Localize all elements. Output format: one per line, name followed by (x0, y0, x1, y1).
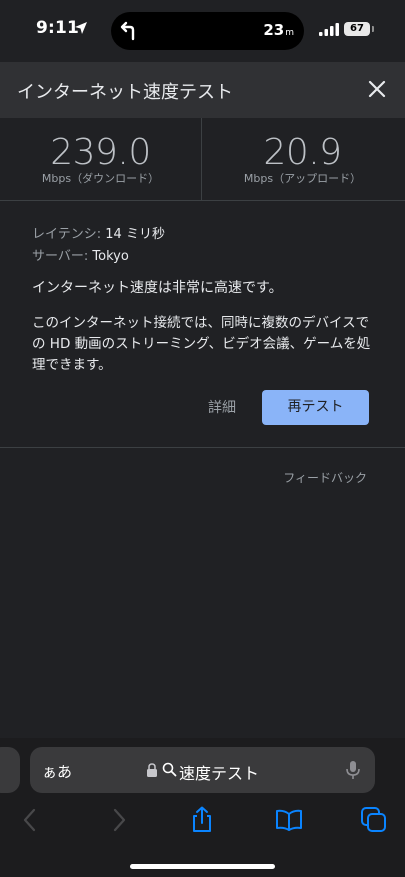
status-time: 9:11 (36, 18, 80, 38)
forward-icon[interactable] (104, 806, 132, 834)
details-button[interactable]: 詳細 (198, 393, 246, 423)
upload-speed-value: 20.9 (263, 132, 342, 173)
download-speed-label: Mbps（ダウンロード） (41, 172, 160, 185)
dynamic-island[interactable]: 23m (111, 12, 304, 50)
address-text[interactable]: 速度テスト (179, 760, 259, 784)
speed-summary: インターネット速度は非常に高速です。 (32, 280, 283, 296)
search-icon (162, 762, 177, 777)
panel-header: インターネット速度テスト (0, 62, 405, 118)
location-arrow-icon (75, 22, 87, 34)
share-icon[interactable] (188, 806, 216, 834)
page-settings-button[interactable]: ぁあ (42, 761, 72, 782)
back-icon[interactable] (17, 806, 45, 834)
lock-icon (147, 763, 157, 777)
server-label: サーバー: (32, 249, 89, 264)
page-title: インターネット速度テスト (17, 82, 233, 103)
status-bar: 9:11 23m 67 (0, 0, 405, 62)
battery-tip (372, 26, 374, 32)
divider (0, 447, 405, 448)
nav-distance: 23m (263, 21, 294, 39)
feedback-link[interactable]: フィードバック (283, 469, 367, 486)
previous-tab-peek[interactable] (0, 747, 20, 793)
speed-results: 239.0 Mbps（ダウンロード） 20.9 Mbps（アップロード） (0, 118, 405, 201)
microphone-icon[interactable] (345, 760, 361, 780)
close-icon[interactable] (364, 76, 390, 102)
screen: 9:11 23m 67 インターネット速度テスト 239.0 Mbps（ダウンロ… (0, 0, 405, 877)
server-row: サーバー: Tokyo (32, 245, 129, 264)
signal-icon (319, 23, 339, 36)
turn-left-arrow-icon (120, 21, 135, 41)
server-value: Tokyo (92, 249, 129, 264)
download-speed-value: 239.0 (50, 132, 151, 173)
upload-speed: 20.9 Mbps（アップロード） (202, 118, 403, 200)
retest-button[interactable]: 再テスト (262, 390, 369, 425)
latency-value: 14 ミリ秒 (105, 227, 165, 242)
tabs-icon[interactable] (360, 806, 388, 834)
upload-speed-label: Mbps（アップロード） (243, 172, 362, 185)
bookmarks-icon[interactable] (275, 806, 303, 834)
latency-row: レイテンシ: 14 ミリ秒 (32, 223, 165, 242)
speed-description: このインターネット接続では、同時に複数のデバイスでの HD 動画のストリーミング… (32, 315, 371, 373)
battery-icon: 67 (344, 22, 370, 36)
latency-label: レイテンシ: (32, 227, 102, 242)
home-indicator[interactable] (130, 864, 275, 869)
download-speed: 239.0 Mbps（ダウンロード） (0, 118, 201, 200)
